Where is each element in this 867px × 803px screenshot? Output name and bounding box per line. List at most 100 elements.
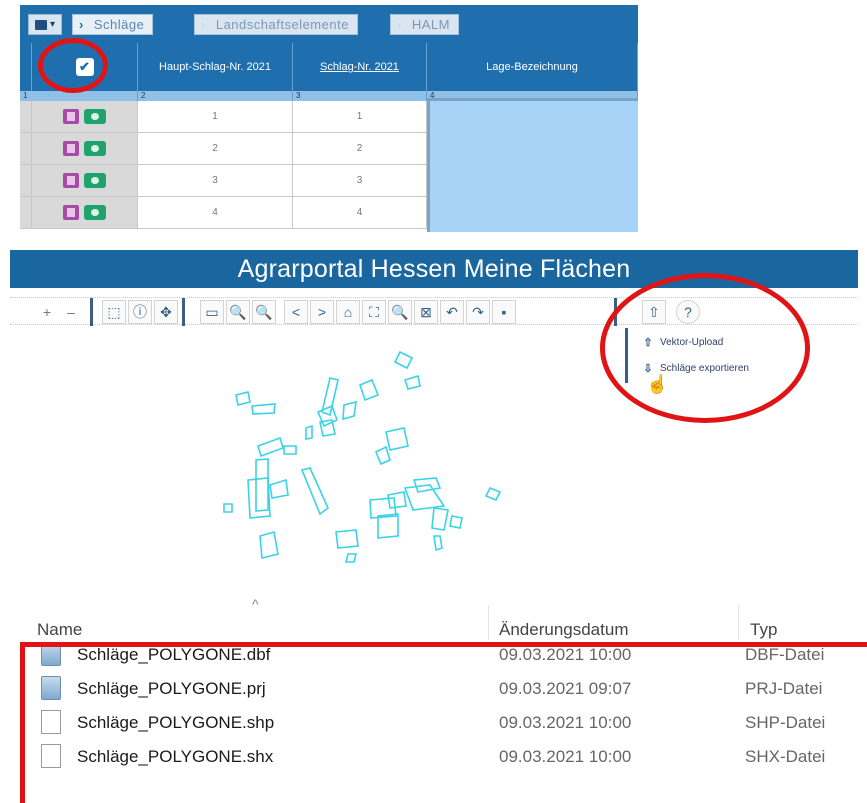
previous-view-button[interactable]: < xyxy=(284,300,308,324)
eye-icon[interactable] xyxy=(84,109,106,124)
undo-button[interactable]: ↶ xyxy=(440,300,464,324)
column-header-name[interactable]: Name xyxy=(37,620,82,640)
highlight-ellipse xyxy=(600,273,810,423)
tab-label: Landschaftselemente xyxy=(215,17,349,32)
field-polygon xyxy=(393,350,414,370)
zoom-in-button[interactable]: + xyxy=(38,300,56,324)
field-polygon xyxy=(319,419,336,437)
tab-landschaftselemente[interactable]: › Landschaftselemente xyxy=(194,14,358,35)
field-polygon xyxy=(259,530,279,560)
row-number-header xyxy=(20,43,32,91)
toolbar-separator xyxy=(90,298,93,326)
field-polygon xyxy=(403,374,421,390)
highlight-rectangle xyxy=(20,642,867,803)
row-actions xyxy=(32,165,138,197)
document-icon[interactable] xyxy=(63,173,79,188)
field-polygon xyxy=(269,478,289,499)
field-polygon xyxy=(251,403,276,415)
field-polygon xyxy=(431,507,449,531)
row-gutter xyxy=(20,101,32,133)
zoom-tool-button[interactable]: 🔍 xyxy=(252,300,276,324)
column-header-aenderungsdatum[interactable]: Änderungsdatum xyxy=(499,620,628,640)
info-button[interactable]: ⓘ xyxy=(128,300,152,324)
document-icon[interactable] xyxy=(63,205,79,220)
row-gutter xyxy=(20,133,32,165)
home-button[interactable]: ⌂ xyxy=(336,300,360,324)
table-cell[interactable]: 1 xyxy=(138,101,293,133)
select-tool-button[interactable]: ⬚ xyxy=(102,300,126,324)
column-header-schlag-nr[interactable]: Schlag-Nr. 2021 xyxy=(293,43,427,91)
column-header-typ[interactable]: Typ xyxy=(750,620,777,640)
column-index: 3 xyxy=(293,91,427,101)
field-polygon xyxy=(283,445,297,455)
eye-icon[interactable] xyxy=(84,141,106,156)
row-actions xyxy=(32,133,138,165)
field-polygon xyxy=(223,503,233,513)
field-polygon xyxy=(342,400,357,421)
field-polygon xyxy=(235,391,251,406)
grid-topbar: ▾ › Schläge › Landschaftselemente › HALM xyxy=(20,5,638,43)
pan-button[interactable]: ✥ xyxy=(154,300,178,324)
field-polygon xyxy=(247,477,271,519)
row-gutter xyxy=(20,197,32,229)
tab-label: HALM xyxy=(411,17,450,32)
field-polygon xyxy=(305,424,313,440)
table-cell[interactable]: 4 xyxy=(293,197,427,229)
table-cell[interactable]: 3 xyxy=(138,165,293,197)
field-polygon xyxy=(257,436,284,458)
tab-label: Schläge xyxy=(93,17,145,32)
tab-schlaege[interactable]: › Schläge xyxy=(72,14,154,35)
measure-button[interactable]: ▭ xyxy=(200,300,224,324)
document-icon[interactable] xyxy=(63,141,79,156)
row-actions xyxy=(32,101,138,133)
field-polygon xyxy=(385,427,409,451)
zoom-out-button[interactable]: – xyxy=(62,300,80,324)
column-header-label: Schlag-Nr. 2021 xyxy=(320,61,399,73)
menu-icon xyxy=(34,19,47,30)
chevron-right-icon: › xyxy=(201,17,206,32)
select-icon: ⬚ xyxy=(107,303,121,320)
document-icon[interactable] xyxy=(63,109,79,124)
schlaege-grid-panel: ▾ › Schläge › Landschaftselemente › HALM… xyxy=(20,5,638,232)
lage-bezeichnung-editor[interactable] xyxy=(427,98,638,232)
map-canvas[interactable] xyxy=(200,340,520,580)
clear-selection-button[interactable]: ⊠ xyxy=(414,300,438,324)
chevron-right-icon: › xyxy=(397,17,402,32)
table-cell[interactable]: 4 xyxy=(138,197,293,229)
table-cell[interactable]: 2 xyxy=(293,133,427,165)
row-gutter xyxy=(20,165,32,197)
tab-halm[interactable]: › HALM xyxy=(390,14,459,35)
search-button[interactable]: 🔍 xyxy=(388,300,412,324)
column-header-label: Lage-Bezeichnung xyxy=(486,61,578,73)
grid-menu-button[interactable]: ▾ xyxy=(28,14,62,35)
field-polygon xyxy=(449,515,463,529)
field-polygon xyxy=(484,486,502,502)
field-polygon xyxy=(335,529,359,549)
toolbar-separator xyxy=(182,298,185,326)
sort-up-icon: ^ xyxy=(252,596,259,612)
print-button[interactable]: ▪ xyxy=(492,300,516,324)
table-cell[interactable]: 1 xyxy=(293,101,427,133)
chevron-down-icon: ▾ xyxy=(49,19,56,30)
column-divider[interactable] xyxy=(738,605,739,640)
field-polygon xyxy=(344,553,358,563)
zoom-box-button[interactable]: 🔍 xyxy=(226,300,250,324)
eye-icon[interactable] xyxy=(84,173,106,188)
redo-button[interactable]: ↷ xyxy=(466,300,490,324)
full-extent-button[interactable]: ⛶ xyxy=(362,300,386,324)
highlight-ellipse xyxy=(38,38,108,93)
column-divider[interactable] xyxy=(488,605,489,640)
column-header-lage-bezeichnung[interactable]: Lage-Bezeichnung xyxy=(427,43,638,91)
page-title: Agrarportal Hessen Meine Flächen xyxy=(237,254,631,283)
column-index: 2 xyxy=(138,91,293,101)
column-header-label: Haupt-Schlag-Nr. 2021 xyxy=(159,61,271,73)
row-actions xyxy=(32,197,138,229)
table-cell[interactable]: 3 xyxy=(293,165,427,197)
table-cell[interactable]: 2 xyxy=(138,133,293,165)
eye-icon[interactable] xyxy=(84,205,106,220)
field-polygon xyxy=(255,458,269,512)
chevron-right-icon: › xyxy=(79,17,84,32)
next-view-button[interactable]: > xyxy=(310,300,334,324)
field-polygon xyxy=(300,467,329,516)
column-header-haupt-schlag-nr[interactable]: Haupt-Schlag-Nr. 2021 xyxy=(138,43,293,91)
